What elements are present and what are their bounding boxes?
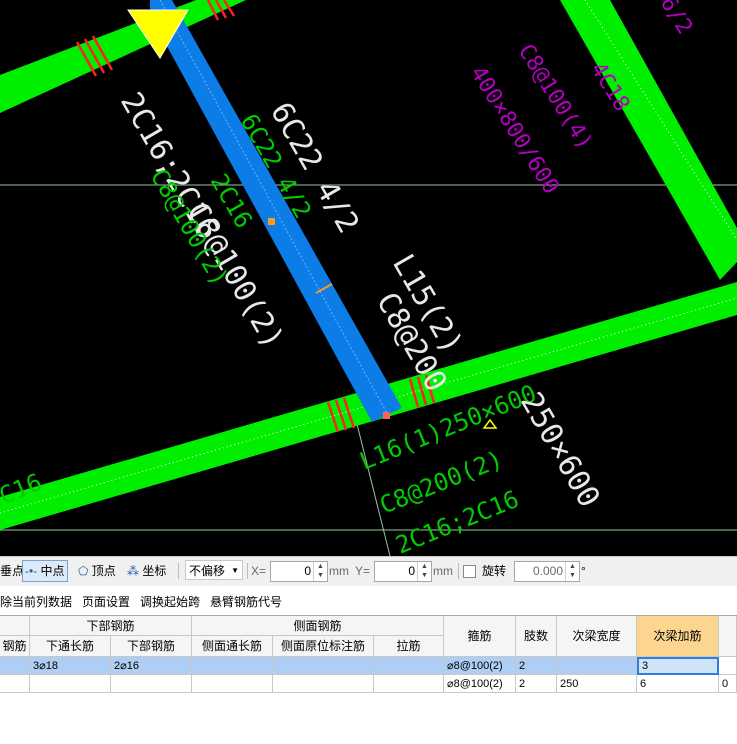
header-overflow [719,616,737,657]
x-label: X= [251,564,267,578]
cell-legs[interactable]: 2 [516,675,557,693]
annotation-top-right[interactable]: 6/2 [655,0,697,39]
header-bottom-through[interactable]: 下通长筋 [30,636,111,657]
snap-perpendicular-button[interactable]: 垂点 [0,560,24,582]
cell-tie-bar[interactable] [374,657,444,675]
cell-secondary-beam-rebar[interactable]: 6 [637,675,719,693]
snap-coordinate-button[interactable]: ⁂ 坐标 [127,560,166,582]
snap-vertex-label: 顶点 [91,564,116,578]
offset-select-value: 不偏移 [189,564,226,578]
cell-bottom-through[interactable] [30,675,111,693]
table-row[interactable]: ⌀8@100(2) 2 250 6 0 [0,675,737,693]
cell-bottom-rebar[interactable]: 2⌀16 [111,657,192,675]
cell-side-in-situ[interactable] [273,675,374,693]
toolbar-separator [458,563,459,579]
cell-overflow[interactable] [719,657,737,675]
snap-toolbar: 垂点 -•- 中点 ⬠ 顶点 ⁂ 坐标 不偏移 ▼ X= 0 ▲ ▼ mm Y= … [0,556,737,587]
cell-side-through[interactable] [192,657,273,675]
cell-rebar[interactable] [0,675,30,693]
pentagon-icon: ⬠ [78,564,89,578]
rotate-checkbox[interactable] [463,565,476,578]
toolbar-separator [178,563,179,579]
spinner-arrows-icon[interactable]: ▲ ▼ [565,562,579,581]
cell-legs[interactable]: 2 [516,657,557,675]
cell-side-through[interactable] [192,675,273,693]
header-secondary-beam-rebar[interactable]: 次梁加筋 [637,616,719,657]
delete-column-data-button[interactable]: 除当前列数据 [0,593,72,610]
cad-drawing-canvas[interactable]: 400×800/600 C8@100(4) 4C18 6/2 L16(1)250… [0,0,737,556]
cad-drawing[interactable]: 400×800/600 C8@100(4) 4C18 6/2 L16(1)250… [0,0,737,556]
y-coordinate-value: 0 [408,564,415,578]
cell-side-in-situ[interactable] [273,657,374,675]
y-coordinate-input[interactable]: 0 ▲ ▼ [374,561,432,582]
snap-coordinate-label: 坐标 [142,564,167,578]
cell-rebar[interactable] [0,657,30,675]
y-label: Y= [355,564,371,578]
header-secondary-beam-width[interactable]: 次梁宽度 [557,616,637,657]
grip-point-mid[interactable] [268,218,275,225]
x-coordinate-input[interactable]: 0 ▲ ▼ [270,561,328,582]
snap-midpoint-label: 中点 [40,564,65,578]
cell-secondary-beam-rebar-active[interactable]: 3 [637,657,719,675]
header-side-in-situ[interactable]: 侧面原位标注筋 [273,636,374,657]
cell-secondary-beam-width[interactable] [557,657,637,675]
x-coordinate-value: 0 [304,564,311,578]
annotation-l15-size[interactable]: 250×600 [513,387,607,514]
table-menubar: 除当前列数据 页面设置 调换起始跨 悬臂钢筋代号 [0,586,737,615]
cell-bottom-through[interactable]: 3⌀18 [30,657,111,675]
page-setup-button[interactable]: 页面设置 [82,593,130,610]
rebar-table: 下部钢筋 侧面钢筋 箍筋 肢数 次梁宽度 次梁加筋 钢筋 下通长筋 下部钢筋 侧… [0,615,737,744]
snap-midpoint-button[interactable]: -•- 中点 [22,560,68,582]
rotate-angle-input[interactable]: 0.000 ▲ ▼ [514,561,580,582]
cell-stirrup[interactable]: ⌀8@100(2) [444,675,516,693]
header-blank [0,616,30,636]
header-legs[interactable]: 肢数 [516,616,557,657]
degree-symbol: ° [581,564,586,578]
coordinate-icon: ⁂ [127,564,139,578]
swap-start-span-button[interactable]: 调换起始跨 [140,593,200,610]
cell-overflow[interactable]: 0 [719,675,737,693]
spinner-arrows-icon[interactable]: ▲ ▼ [417,562,431,581]
cell-bottom-rebar[interactable] [111,675,192,693]
cell-secondary-beam-width[interactable]: 250 [557,675,637,693]
toolbar-separator [247,563,248,579]
table-row[interactable]: 3⌀18 2⌀16 ⌀8@100(2) 2 3 [0,657,737,675]
y-unit: mm [433,564,453,578]
header-stirrup[interactable]: 箍筋 [444,616,516,657]
header-tie-bar[interactable]: 拉筋 [374,636,444,657]
spinner-arrows-icon[interactable]: ▲ ▼ [313,562,327,581]
header-bottom-rebar[interactable]: 下部钢筋 [111,636,192,657]
group-header-side: 侧面钢筋 [192,616,444,636]
cell-tie-bar[interactable] [374,675,444,693]
offset-select[interactable]: 不偏移 ▼ [185,560,243,580]
header-side-through[interactable]: 侧面通长筋 [192,636,273,657]
cantilever-rebar-code-button[interactable]: 悬臂钢筋代号 [210,593,282,610]
rotate-label: 旋转 [482,564,507,578]
grip-point-end[interactable] [383,412,390,419]
snap-perpendicular-label: 垂点 [0,564,25,578]
x-unit: mm [329,564,349,578]
snap-vertex-button[interactable]: ⬠ 顶点 [78,560,116,582]
chevron-down-icon: ▼ [231,566,239,575]
group-header-bottom: 下部钢筋 [30,616,192,636]
cell-stirrup[interactable]: ⌀8@100(2) [444,657,516,675]
header-rebar[interactable]: 钢筋 [0,636,30,657]
midpoint-icon: -•- [25,564,38,578]
rotate-angle-value: 0.000 [532,564,563,578]
